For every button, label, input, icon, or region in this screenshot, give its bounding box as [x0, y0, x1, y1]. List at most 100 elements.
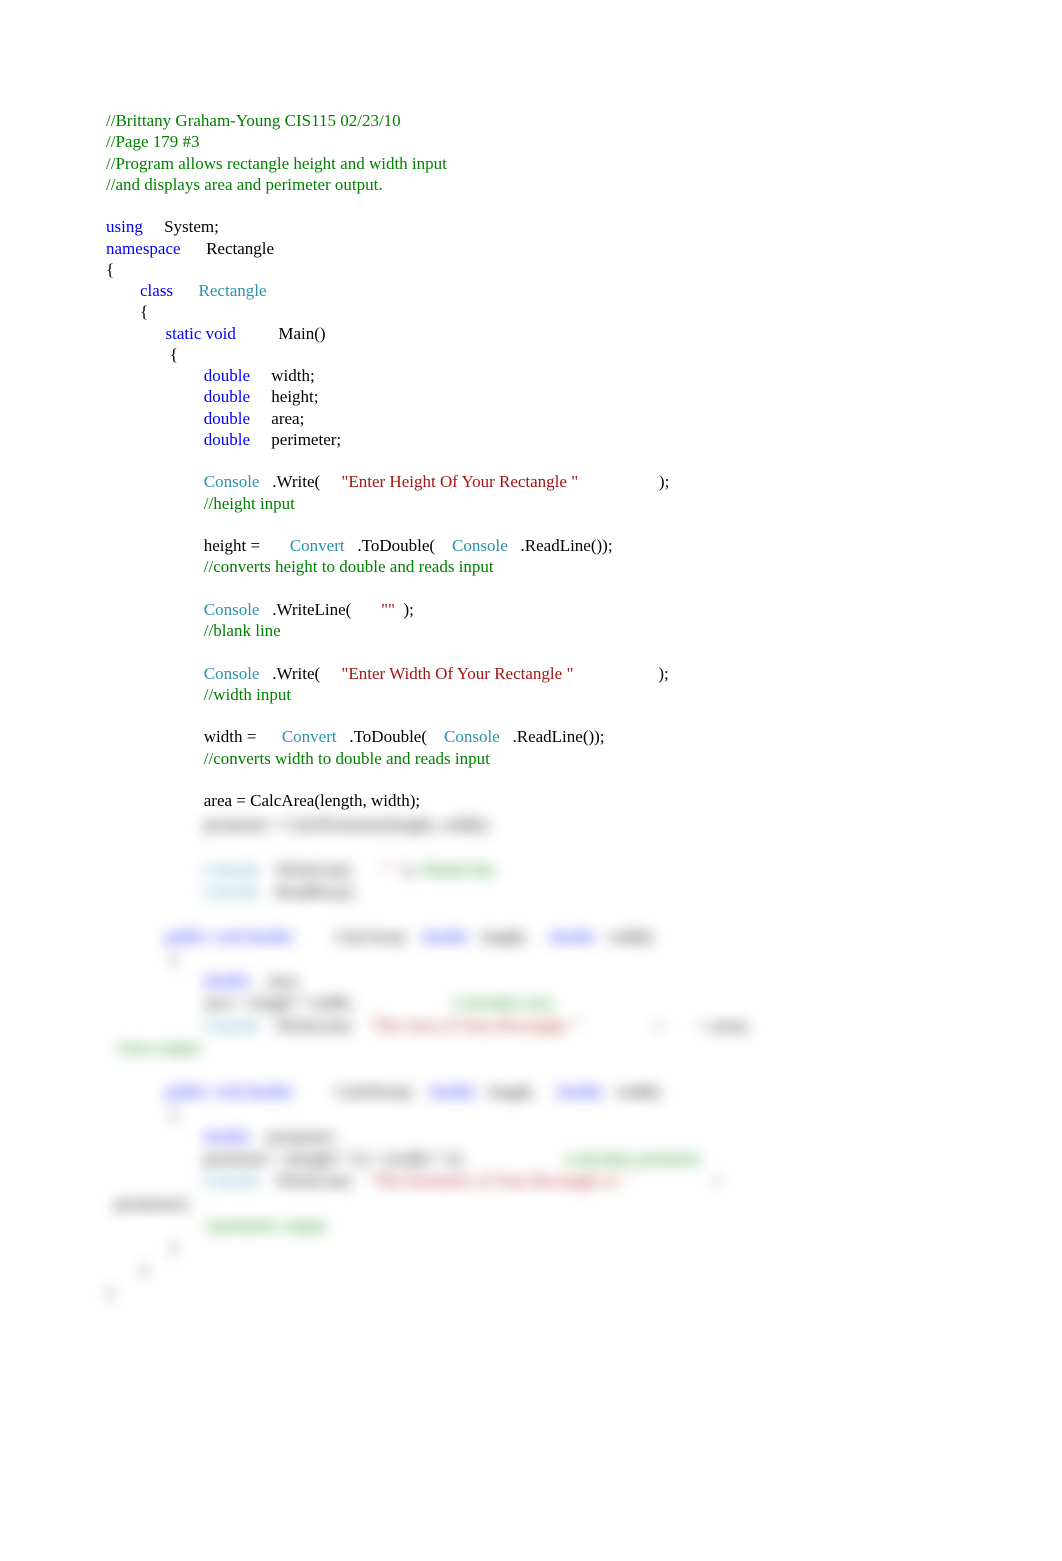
- code-line: //height input: [106, 493, 956, 514]
- brace: {: [106, 947, 956, 969]
- indent: [106, 366, 204, 385]
- indent: [106, 557, 204, 576]
- indent: [106, 727, 204, 746]
- keyword: using: [106, 217, 143, 236]
- comment: //converts width to double and reads inp…: [204, 749, 490, 768]
- keyword: static void: [166, 324, 236, 343]
- indent: [106, 281, 140, 300]
- blank-line: [106, 578, 956, 599]
- indent: [106, 387, 204, 406]
- type-name: Convert: [282, 727, 337, 746]
- code-line: Console .WriteLine( "The Perimeter of Yo…: [106, 1169, 956, 1191]
- code-line: //converts height to double and reads in…: [106, 556, 956, 577]
- brace: }: [106, 1258, 956, 1280]
- close-paren: );: [578, 472, 669, 491]
- method-call: .Write(: [259, 664, 341, 683]
- identifier: Rectangle: [181, 239, 274, 258]
- keyword: double: [204, 409, 250, 428]
- indent: [106, 430, 204, 449]
- statement: area = CalcArea(length, width);: [204, 791, 420, 810]
- code-line: area = length * width; //calculate area: [106, 991, 956, 1013]
- comment-line: //and displays area and perimeter output…: [106, 174, 956, 195]
- code-line: public void double CalcArea( double leng…: [106, 925, 956, 947]
- identifier: perimeter;: [250, 430, 341, 449]
- type-name: Convert: [290, 536, 345, 555]
- code-line: double height;: [106, 386, 956, 407]
- code-line: static void Main(): [106, 323, 956, 344]
- identifier: width;: [250, 366, 315, 385]
- type-name: Console: [452, 536, 508, 555]
- method-call: .ToDouble(: [337, 727, 444, 746]
- method-call: .WriteLine(: [259, 600, 381, 619]
- code-line: perimeter = CalcPerimeter(length, width)…: [106, 813, 956, 835]
- code-line: Console .Write( "Enter Width Of Your Rec…: [106, 663, 956, 684]
- keyword: double: [204, 387, 250, 406]
- code-line: height = Convert .ToDouble( Console .Rea…: [106, 535, 956, 556]
- assignment: width =: [204, 727, 282, 746]
- indent: [106, 494, 204, 513]
- blank-line: [106, 195, 956, 216]
- indent: [106, 685, 204, 704]
- code-line: double area;: [106, 408, 956, 429]
- code-line: perimeter = (height * 2) + (width * 2); …: [106, 1147, 956, 1169]
- comment-line: //Program allows rectangle height and wi…: [106, 153, 956, 174]
- blank-line: [106, 705, 956, 726]
- blank-line: [106, 769, 956, 790]
- code-line: namespace Rectangle: [106, 238, 956, 259]
- brace: {: [106, 1103, 956, 1125]
- keyword: namespace: [106, 239, 181, 258]
- code-line: //converts width to double and reads inp…: [106, 748, 956, 769]
- code-line: Console .ReadKey();: [106, 880, 956, 902]
- identifier: height;: [250, 387, 318, 406]
- brace: {: [106, 259, 956, 280]
- identifier: area;: [250, 409, 304, 428]
- indent: [106, 791, 204, 810]
- string-literal: "": [381, 600, 395, 619]
- code-line: //perimeter output: [106, 1214, 956, 1236]
- brace: {: [106, 301, 956, 322]
- code-line: using System;: [106, 216, 956, 237]
- method-call: .Write(: [259, 472, 341, 491]
- comment: //area output: [106, 1036, 956, 1058]
- indent: [106, 409, 204, 428]
- type-name: Console: [204, 600, 260, 619]
- indent: [106, 472, 204, 491]
- close-paren: );: [395, 600, 414, 619]
- comment: //blank line: [204, 621, 281, 640]
- identifier: System;: [143, 217, 219, 236]
- indent: [106, 749, 204, 768]
- code-line: Console .WriteLine( "" ); //blank line: [106, 858, 956, 880]
- type-name: Rectangle: [173, 281, 266, 300]
- code-line: double perimeter;: [106, 1125, 956, 1147]
- close-paren: );: [573, 664, 668, 683]
- string-literal: "Enter Width Of Your Rectangle ": [341, 664, 573, 683]
- blank-line: [106, 450, 956, 471]
- keyword: double: [204, 366, 250, 385]
- code-line: public void double CalcPerim( double len…: [106, 1080, 956, 1102]
- indent: [106, 600, 204, 619]
- brace: }: [106, 1236, 956, 1258]
- assignment: height =: [204, 536, 290, 555]
- type-name: Console: [444, 727, 500, 746]
- blank-line: [106, 1058, 956, 1080]
- code-line: Console .Write( "Enter Height Of Your Re…: [106, 471, 956, 492]
- indent: [106, 324, 166, 343]
- code-line: Console .WriteLine( "" );: [106, 599, 956, 620]
- indent: [106, 664, 204, 683]
- blank-line: [106, 641, 956, 662]
- method-call: .ReadLine());: [500, 727, 605, 746]
- code-line: Console .WriteLine( "The Area of Your Re…: [106, 1014, 956, 1036]
- code-line: //width input: [106, 684, 956, 705]
- blank-line: [106, 514, 956, 535]
- blank-line: [106, 836, 956, 858]
- comment-line: //Page 179 #3: [106, 131, 956, 152]
- blurred-preview-region: perimeter = CalcPerimeter(length, width)…: [106, 813, 956, 1303]
- brace: }: [106, 1281, 956, 1303]
- blank-line: [106, 902, 956, 924]
- method-name: Main(): [236, 324, 326, 343]
- code-line: perimeter);: [106, 1192, 956, 1214]
- code-line: double perimeter;: [106, 429, 956, 450]
- code-document: //Brittany Graham-Young CIS115 02/23/10 …: [106, 110, 956, 1303]
- code-line: double width;: [106, 365, 956, 386]
- comment-line: //Brittany Graham-Young CIS115 02/23/10: [106, 110, 956, 131]
